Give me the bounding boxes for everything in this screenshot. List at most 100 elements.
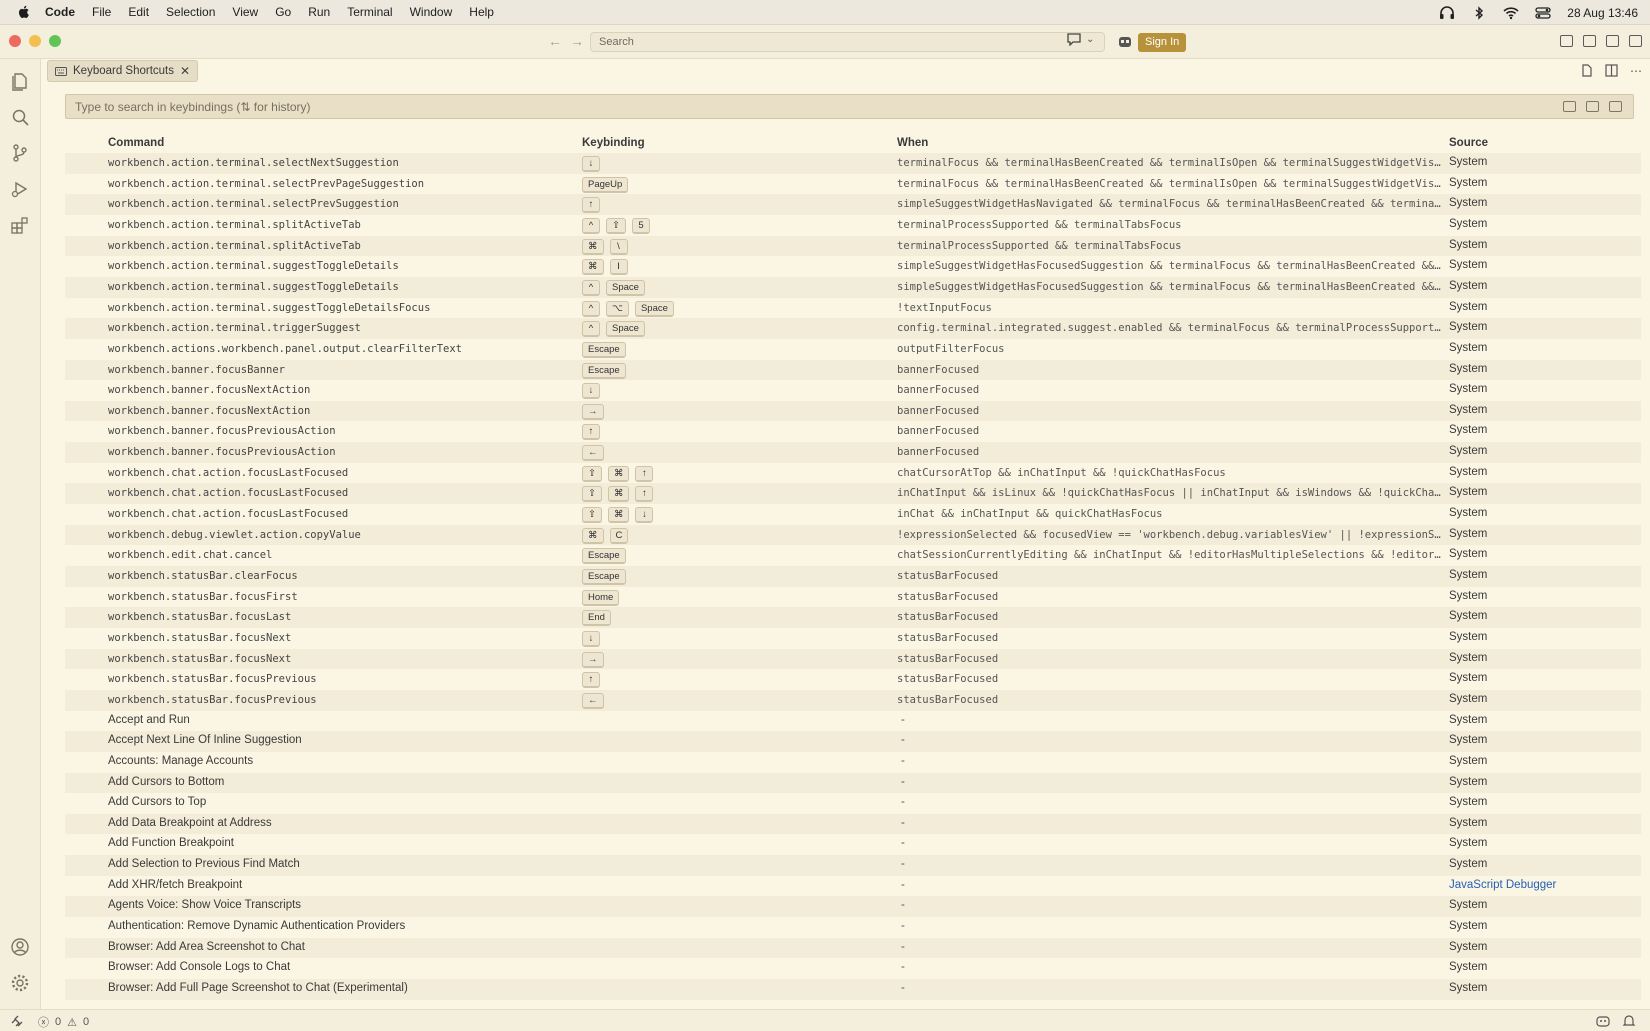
keybindings-search-input[interactable]: Type to search in keybindings (⇅ for his…	[65, 94, 1634, 119]
table-row[interactable]: Accept and Run - System	[65, 711, 1641, 732]
menu-window[interactable]: Window	[410, 5, 453, 19]
table-row[interactable]: Browser: Add Area Screenshot to Chat - Sys…	[65, 937, 1641, 959]
table-row[interactable]: workbench.action.terminal.selectPrevPage…	[65, 174, 1641, 195]
search-icon[interactable]	[10, 107, 30, 127]
table-row[interactable]: Add XHR/fetch Breakpoint - JavaScript Debu…	[65, 876, 1641, 897]
table-row[interactable]: workbench.statusBar.focusNext ↓ statusBarF…	[65, 628, 1641, 649]
more-actions-icon[interactable]: ⋯	[1630, 64, 1642, 78]
open-json-icon[interactable]	[1580, 64, 1593, 77]
column-header-source[interactable]: Source	[1449, 137, 1488, 149]
table-row[interactable]: workbench.action.terminal.triggerSuggest…	[65, 318, 1641, 339]
table-row[interactable]: workbench.actions.workbench.panel.output…	[65, 339, 1641, 360]
source-extension-link[interactable]: JavaScript Debugger	[1449, 879, 1556, 891]
menu-file[interactable]: File	[92, 5, 111, 19]
menu-selection[interactable]: Selection	[166, 5, 215, 19]
toggle-primary-sidebar-icon[interactable]	[1583, 35, 1596, 47]
table-row[interactable]: workbench.statusBar.clearFocus Escape stat…	[65, 566, 1641, 587]
menu-edit[interactable]: Edit	[128, 5, 149, 19]
table-row[interactable]: Agents Voice: Show Voice Transcripts - Sys…	[65, 896, 1641, 918]
clock[interactable]: 28 Aug 13:46	[1567, 6, 1638, 20]
sort-by-precedence-icon[interactable]	[1586, 101, 1599, 112]
record-keys-icon[interactable]	[1563, 101, 1576, 112]
menu-terminal[interactable]: Terminal	[347, 5, 392, 19]
table-row[interactable]: workbench.debug.viewlet.action.copyValue…	[65, 524, 1641, 546]
keybinding-cell[interactable]: ^ Space	[582, 279, 645, 296]
table-row[interactable]: workbench.chat.action.focusLastFocused ⇧ ⌘…	[65, 463, 1641, 484]
copilot-icon[interactable]	[1118, 35, 1132, 49]
table-row[interactable]: workbench.action.terminal.suggestToggleD…	[65, 256, 1641, 277]
table-row[interactable]: workbench.action.terminal.suggestToggleD…	[65, 298, 1641, 319]
keybinding-cell[interactable]: ↓	[582, 630, 600, 647]
keybinding-cell[interactable]: Escape	[582, 341, 626, 358]
keybinding-cell[interactable]: ←	[582, 692, 604, 709]
table-row[interactable]: Accept Next Line Of Inline Suggestion - Sy…	[65, 731, 1641, 752]
table-row[interactable]: workbench.action.terminal.splitActiveTab…	[65, 235, 1641, 257]
column-header-command[interactable]: Command	[108, 137, 164, 149]
keybinding-cell[interactable]: Escape	[582, 548, 626, 565]
keybinding-cell[interactable]: →	[582, 403, 604, 420]
run-debug-icon[interactable]	[10, 179, 30, 199]
table-row[interactable]: Add Selection to Previous Find Match - Sys…	[65, 855, 1641, 876]
keybinding-cell[interactable]: →	[582, 651, 604, 668]
menu-view[interactable]: View	[232, 5, 258, 19]
table-row[interactable]: workbench.statusBar.focusNext → statusBarF…	[65, 648, 1641, 670]
minimize-window-button[interactable]	[29, 35, 41, 47]
table-row[interactable]: workbench.edit.chat.cancel Escape chatSess…	[65, 545, 1641, 566]
table-row[interactable]: workbench.action.terminal.selectPrevSugg…	[65, 194, 1641, 215]
keybinding-cell[interactable]: End	[582, 610, 611, 627]
table-row[interactable]: workbench.chat.action.focusLastFocused ⇧ ⌘…	[65, 504, 1641, 525]
keybinding-cell[interactable]: Escape	[582, 569, 626, 585]
table-row[interactable]: Add Data Breakpoint at Address - System	[65, 813, 1641, 835]
table-row[interactable]: workbench.banner.focusBanner Escape banner…	[65, 359, 1641, 381]
sign-in-button[interactable]: Sign In	[1138, 33, 1187, 52]
source-control-icon[interactable]	[10, 143, 30, 163]
keybinding-cell[interactable]: ⇧ ⌘ ↓	[582, 507, 654, 524]
table-row[interactable]: workbench.action.terminal.suggestToggleD…	[65, 276, 1641, 298]
toggle-panel-icon[interactable]	[1606, 35, 1619, 47]
keybinding-cell[interactable]: ⌘ \	[582, 238, 628, 255]
keybinding-cell[interactable]: ⇧ ⌘ ↑	[582, 486, 654, 503]
table-row[interactable]: Add Cursors to Bottom - System	[65, 772, 1641, 794]
table-row[interactable]: workbench.banner.focusNextAction ↓ bannerF…	[65, 380, 1641, 401]
table-row[interactable]: Browser: Add Full Page Screenshot to Cha…	[65, 979, 1641, 1000]
keybinding-cell[interactable]: Home	[582, 589, 620, 606]
bluetooth-icon[interactable]	[1471, 5, 1487, 20]
control-center-icon[interactable]	[1535, 6, 1551, 20]
problems-status[interactable]: ⓧ 0 ⚠ 0	[38, 1014, 89, 1030]
table-row[interactable]: workbench.action.terminal.selectNextSugg…	[65, 153, 1641, 174]
apple-icon[interactable]	[17, 5, 31, 19]
customize-layout-icon[interactable]	[1560, 35, 1573, 47]
table-row[interactable]: Browser: Add Console Logs to Chat - System	[65, 958, 1641, 979]
notifications-icon[interactable]	[1622, 1014, 1636, 1028]
table-row[interactable]: workbench.action.terminal.splitActiveTab…	[65, 215, 1641, 236]
keybinding-cell[interactable]: ^ ⇧ 5	[582, 217, 650, 234]
table-row[interactable]: workbench.banner.focusNextAction → bannerF…	[65, 400, 1641, 422]
table-row[interactable]: workbench.statusBar.focusPrevious ↑ status…	[65, 669, 1641, 690]
keybinding-cell[interactable]: Escape	[582, 362, 626, 379]
keybinding-cell[interactable]: ↓	[582, 383, 600, 400]
chat-menu-button[interactable]: ⌄	[1066, 33, 1094, 46]
keybinding-cell[interactable]: ↑	[582, 424, 600, 441]
extensions-icon[interactable]	[10, 215, 30, 235]
clear-search-icon[interactable]	[1609, 101, 1622, 112]
column-header-when[interactable]: When	[897, 137, 928, 149]
split-editor-icon[interactable]	[1605, 64, 1618, 77]
table-row[interactable]: workbench.statusBar.focusLast End statusBa…	[65, 607, 1641, 628]
table-row[interactable]: workbench.statusBar.focusFirst Home status…	[65, 587, 1641, 608]
keybinding-cell[interactable]: ^ ⌥ Space	[582, 300, 674, 317]
keybinding-cell[interactable]: ↑	[582, 672, 600, 689]
table-row[interactable]: Authentication: Remove Dynamic Authentic…	[65, 917, 1641, 938]
settings-gear-icon[interactable]	[10, 973, 30, 993]
close-icon[interactable]: ✕	[180, 64, 190, 78]
keybinding-cell[interactable]: ^ Space	[582, 321, 645, 338]
keybinding-cell[interactable]: ⌘ C	[582, 527, 629, 544]
menu-help[interactable]: Help	[469, 5, 494, 19]
keybinding-cell[interactable]: ↑	[582, 197, 600, 214]
forward-arrow-icon[interactable]: →	[570, 33, 584, 49]
toggle-secondary-sidebar-icon[interactable]	[1629, 35, 1642, 47]
keybinding-cell[interactable]: ⌘ I	[582, 259, 628, 276]
keybinding-cell[interactable]: ⇧ ⌘ ↑	[582, 465, 654, 482]
table-row[interactable]: Add Function Breakpoint - System	[65, 834, 1641, 855]
maximize-window-button[interactable]	[49, 35, 61, 47]
table-row[interactable]: workbench.banner.focusPreviousAction ← ban…	[65, 442, 1641, 463]
